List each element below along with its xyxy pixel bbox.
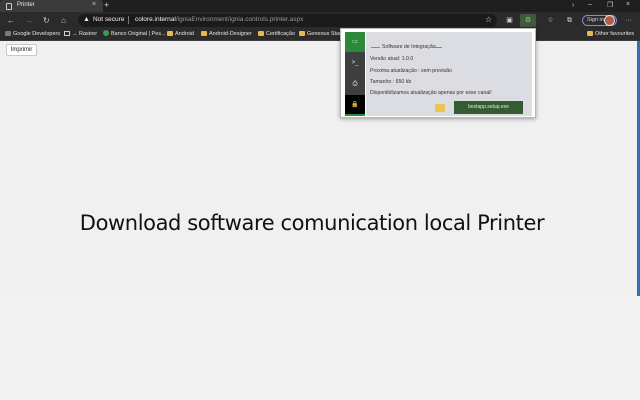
other-favourites[interactable]: Other favourites — [587, 30, 634, 39]
bookmark-label: Android-Designer — [209, 31, 252, 37]
collections-icon[interactable]: ⧉ — [563, 14, 576, 27]
terminal-icon[interactable]: >_ — [345, 53, 365, 73]
bookmark-label: → Rastrer — [72, 31, 98, 37]
extension-icon[interactable]: ⚙ — [520, 14, 536, 27]
home-icon[interactable]: ⌂ — [61, 16, 66, 25]
popup-sidebar: ▭ >_ ⎙ 🔒 — [345, 32, 365, 116]
divider — [345, 114, 365, 116]
bookmark-label: Android — [175, 31, 194, 37]
download-button[interactable]: bestapp.setup.exe — [454, 101, 523, 114]
url-text[interactable]: colore.internal/igniaEnvironment/ignia.c… — [135, 16, 303, 23]
page-icon — [6, 3, 12, 10]
tab-printer[interactable]: Printer × — [0, 0, 103, 12]
monitor-icon[interactable]: ▭ — [345, 32, 365, 52]
lock-icon[interactable]: 🔒 — [345, 95, 365, 115]
folder-icon — [201, 31, 207, 36]
reload-icon[interactable]: ↻ — [43, 16, 50, 25]
note-text: Disponibilizamos atualização apenas por … — [370, 90, 492, 96]
tab-title: Printer — [17, 2, 35, 8]
size-text: Tamanho : 650 kb — [370, 79, 412, 85]
folder-icon — [299, 31, 305, 36]
bookmark-item[interactable]: Android-Designer — [201, 30, 252, 39]
more-menu-icon[interactable]: ··· — [622, 14, 635, 27]
chevron-right-icon[interactable]: › — [572, 1, 574, 10]
bookmark-label: Google Developers — [13, 31, 61, 37]
tab-strip: Printer × + – ❐ × — [0, 0, 640, 12]
folder-icon — [167, 31, 173, 36]
page-footer-area — [0, 296, 640, 400]
globe-icon — [103, 30, 109, 36]
back-icon[interactable]: ← — [7, 16, 15, 25]
avatar[interactable] — [604, 15, 615, 26]
printer-icon[interactable]: ⎙ — [345, 74, 365, 94]
bookmark-item[interactable]: Android — [167, 30, 194, 39]
close-tab-icon[interactable]: × — [92, 1, 96, 8]
maximize-icon[interactable]: ❐ — [607, 1, 613, 9]
bookmark-label: Banco Original | Pes... — [111, 31, 166, 37]
forward-icon[interactable]: → — [25, 16, 33, 25]
google-developers-icon — [5, 31, 11, 36]
url-host: colore.internal — [135, 16, 176, 23]
bookmark-item[interactable]: Geneous Stand — [299, 30, 345, 39]
bookmark-item[interactable]: Google Developers — [5, 30, 60, 39]
bookmark-item[interactable]: Certificação — [258, 30, 295, 39]
warning-icon: ▲ — [83, 16, 90, 23]
bookmark-item[interactable]: → Rastrer — [64, 30, 97, 39]
bookmark-label: Certificação — [266, 31, 296, 37]
page-title: Download software comunication local Pri… — [79, 211, 545, 235]
divider — [371, 47, 380, 48]
reading-icon[interactable]: ▣ — [503, 14, 516, 27]
bookmark-label: Other favourites — [595, 31, 635, 37]
page-icon — [64, 31, 70, 36]
favorites-icon[interactable]: ☆ — [544, 14, 557, 27]
divider — [128, 16, 129, 24]
folder-icon — [587, 31, 593, 36]
new-tab-button[interactable]: + — [104, 0, 109, 10]
url-path: /igniaEnvironment/ignia.controls.printer… — [175, 16, 304, 23]
version-text: Versão atual: 1.0.0 — [370, 56, 414, 62]
page-content — [0, 41, 640, 296]
popup-panel: Software de Integração Versão atual: 1.0… — [366, 32, 532, 116]
setup-file-icon — [435, 104, 445, 112]
divider — [432, 47, 442, 48]
minimize-icon[interactable]: – — [588, 1, 592, 8]
close-window-icon[interactable]: × — [626, 1, 630, 8]
security-label[interactable]: Not secure — [93, 16, 124, 23]
print-button[interactable]: Imprimir — [6, 44, 37, 56]
next-update-text: Proxima atualização : sem previsão — [370, 68, 452, 74]
favorite-star-icon[interactable]: ☆ — [485, 15, 492, 24]
extension-popup: ▭ >_ ⎙ 🔒 Software de Integração Versão a… — [340, 28, 536, 118]
bookmark-item[interactable]: Banco Original | Pes... — [103, 30, 166, 39]
folder-icon — [258, 31, 264, 36]
section-title: Software de Integração — [382, 44, 436, 50]
